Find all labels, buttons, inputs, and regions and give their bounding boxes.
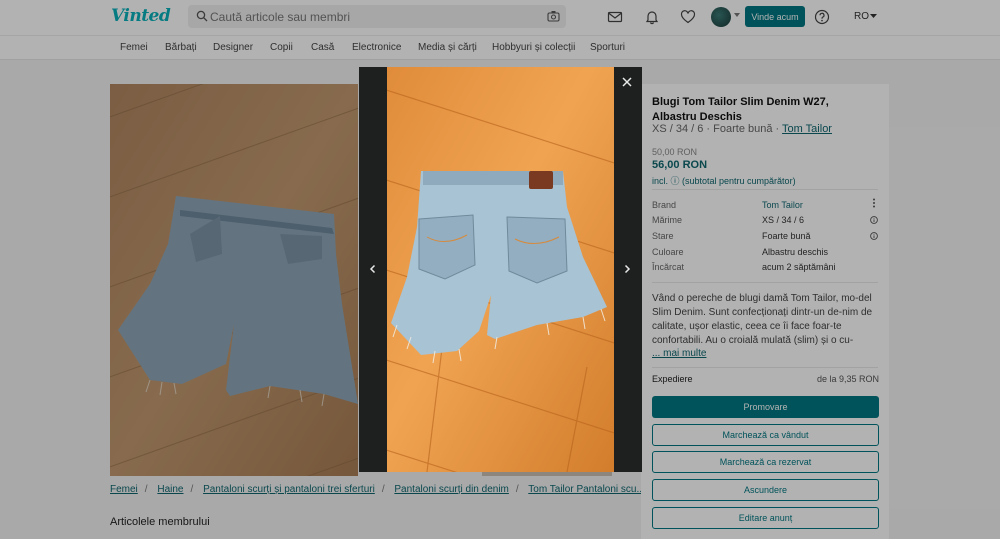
close-icon[interactable] (620, 75, 634, 89)
chevron-left-icon[interactable] (368, 264, 378, 274)
lightbox-photo[interactable] (387, 67, 614, 472)
chevron-right-icon[interactable] (622, 264, 632, 274)
shorts-back-image (387, 67, 614, 472)
photo-lightbox (359, 67, 642, 472)
